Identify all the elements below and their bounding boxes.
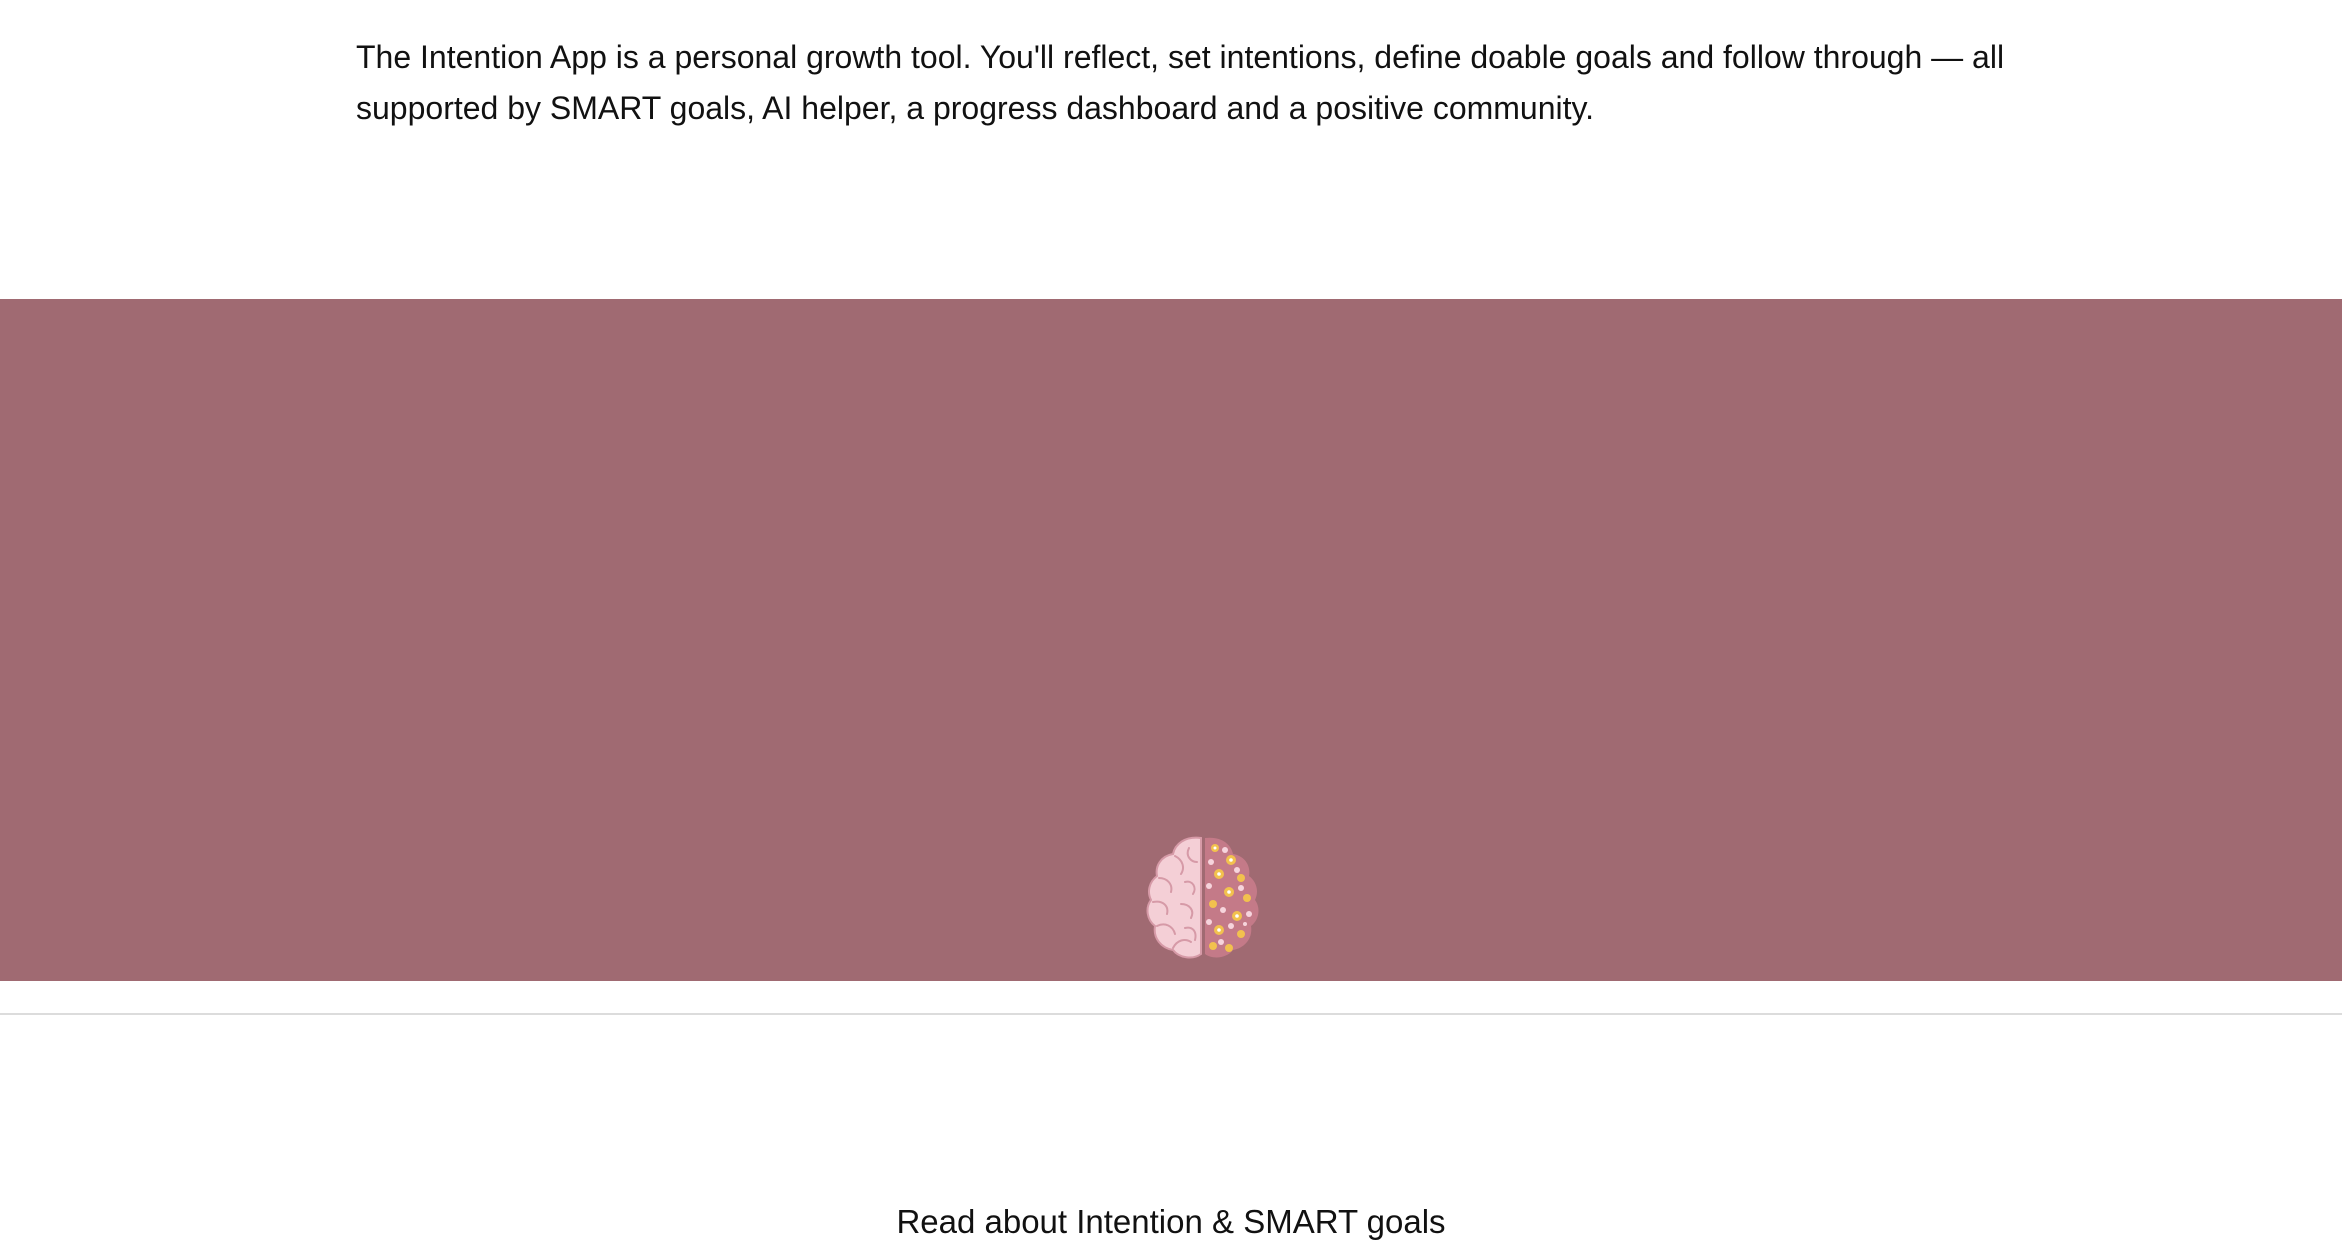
smart-goals-banner-link[interactable]: Read about Intention & SMART goals xyxy=(0,299,2342,1240)
read-smart-goals-link-label[interactable]: Read about Intention & SMART goals xyxy=(0,1197,2342,1247)
brain-flowers-icon xyxy=(1146,836,1259,959)
intro-paragraph: The Intention App is a personal growth t… xyxy=(356,39,2005,126)
section-divider xyxy=(0,1013,2342,1015)
